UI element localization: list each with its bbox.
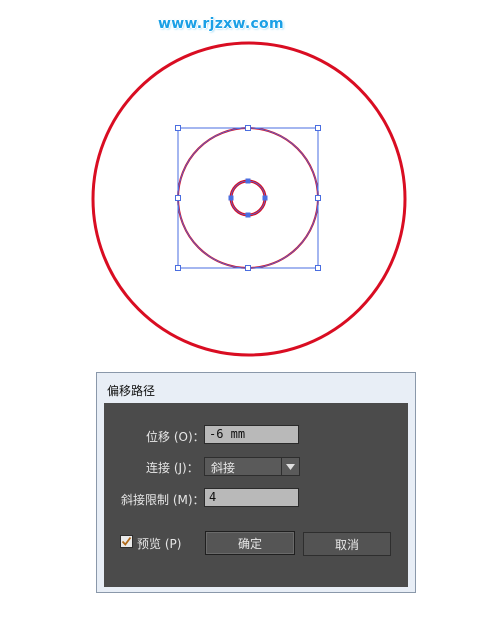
artboard-canvas[interactable] <box>0 0 479 370</box>
joins-selected-value: 斜接 <box>211 461 236 475</box>
inner-circle-selection-path <box>230 180 266 216</box>
chevron-down-icon[interactable] <box>281 458 299 475</box>
preview-label[interactable]: 预览 (P) <box>137 535 181 552</box>
miter-limit-label: 斜接限制 (M)： <box>121 493 205 507</box>
bounding-box-handles[interactable] <box>175 125 321 271</box>
dialog-title: 偏移路径 <box>107 384 156 398</box>
checkmark-icon <box>121 536 132 546</box>
cancel-button[interactable]: 取消 <box>303 532 391 556</box>
middle-circle[interactable] <box>177 127 319 269</box>
offset-label: 位移 (O)： <box>146 430 205 444</box>
outer-circle[interactable] <box>91 41 407 357</box>
joins-select[interactable]: 斜接 <box>204 457 300 476</box>
inner-anchor-points[interactable] <box>228 178 268 218</box>
preview-checkbox[interactable] <box>120 535 133 548</box>
miter-limit-field[interactable]: 4 <box>204 488 299 507</box>
joins-label: 连接 (J)： <box>146 461 199 475</box>
offset-path-dialog: 偏移路径 位移 (O)： -6 mm 连接 (J)： 斜接 斜接限制 (M)： … <box>96 372 416 593</box>
ok-button[interactable]: 确定 <box>205 531 295 555</box>
dialog-body: 位移 (O)： -6 mm 连接 (J)： 斜接 斜接限制 (M)： 4 预览 … <box>104 403 408 587</box>
offset-field[interactable]: -6 mm <box>204 425 299 444</box>
